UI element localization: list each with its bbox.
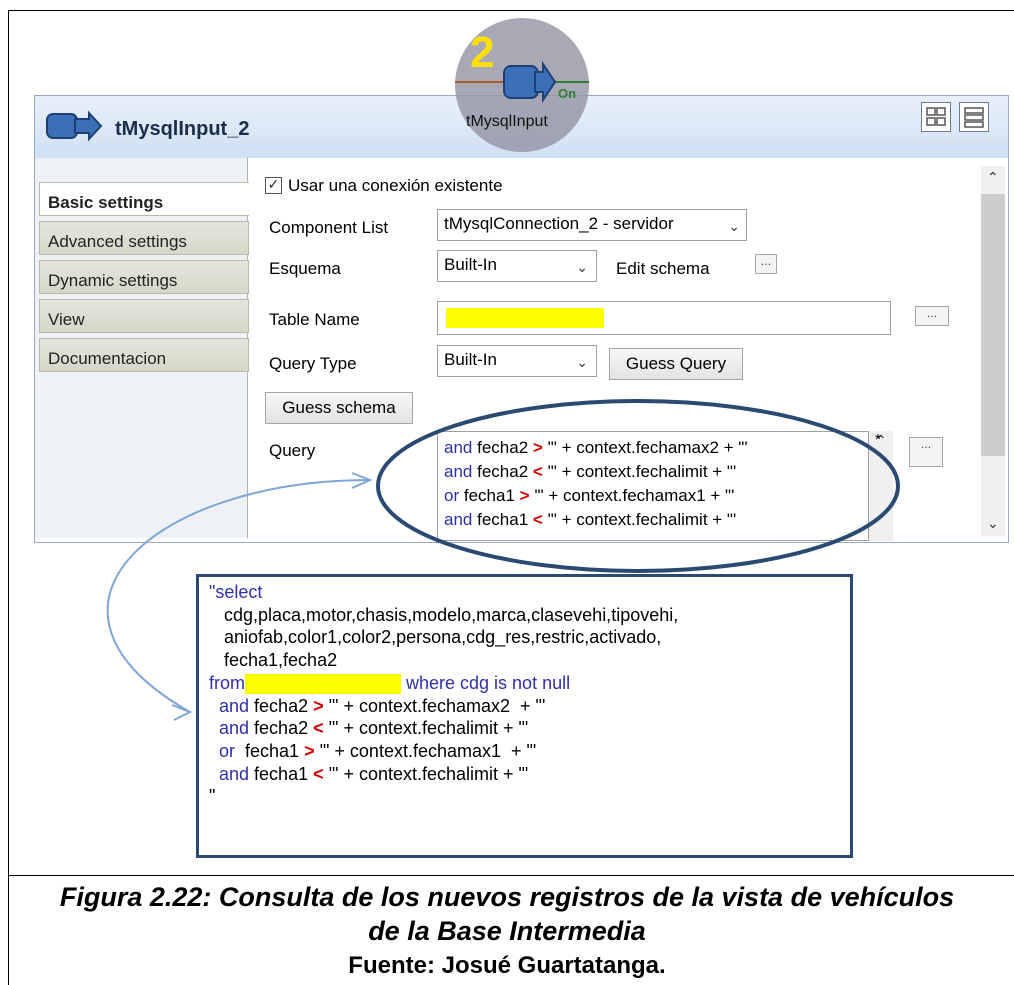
list-view-icon — [964, 107, 984, 128]
list-view-button[interactable] — [959, 102, 989, 132]
code-line: and fecha2 < '" + context.fechalimit + "… — [209, 718, 529, 739]
figure-caption: Figura 2.22: Consulta de los nuevos regi… — [59, 882, 955, 912]
chevron-up-icon: ⌃ — [987, 170, 999, 186]
tab-view[interactable]: View — [39, 299, 249, 333]
redacted-table-name — [245, 674, 401, 695]
frame-left-border — [8, 10, 9, 985]
chevron-down-icon: ⌄ — [576, 259, 588, 275]
code-line: and fecha2 > '" + context.fechamax2 + "' — [209, 695, 546, 716]
code-line: or fecha1 > '" + context.fechamax1 + "' — [209, 740, 537, 761]
table-name-input[interactable] — [437, 301, 891, 335]
query-label: Query — [269, 441, 316, 460]
table-name-label: Table Name — [269, 310, 360, 329]
component-number: 2 — [470, 28, 495, 77]
component-settings-panel: tMysqlInput_2 Basic settings Advanced se… — [34, 95, 1009, 543]
query-line: or fecha1 > '" + context.fechamax1 + "' — [444, 486, 735, 505]
edit-schema-label: Edit schema — [616, 259, 710, 278]
chevron-down-icon: ⌄ — [987, 516, 999, 532]
component-list-label: Component List — [269, 218, 389, 237]
query-line: and fecha2 > '" + context.fechamax2 + "' — [444, 438, 748, 457]
query-line: and fecha2 < '" + context.fechalimit + "… — [444, 462, 737, 481]
figure-caption-continued: de la Base Intermedia — [368, 916, 646, 946]
code-line: " — [209, 786, 216, 807]
code-line: "select — [209, 582, 263, 602]
mysql-input-icon — [46, 110, 103, 142]
table-name-browse-button[interactable]: ... — [915, 306, 949, 326]
frame-top-border — [8, 10, 1014, 11]
code-line: fecha1,fecha2 — [209, 650, 338, 671]
code-line: aniofab,color1,color2,persona,cdg_res,re… — [209, 627, 662, 648]
redacted-table-name — [446, 308, 604, 328]
settings-tabs: Basic settings Advanced settings Dynamic… — [35, 158, 249, 538]
code-line: cdg,placa,motor,chasis,modelo,marca,clas… — [209, 604, 679, 625]
query-textarea[interactable]: and fecha2 > '" + context.fechamax2 + "'… — [437, 431, 869, 541]
tab-dynamic-settings[interactable]: Dynamic settings — [39, 260, 249, 294]
guess-schema-button[interactable]: Guess schema — [265, 392, 413, 424]
grid-view-button[interactable] — [921, 102, 951, 132]
tab-advanced-settings[interactable]: Advanced settings — [39, 221, 249, 255]
query-edit-button[interactable]: ... — [909, 437, 943, 467]
component-list-select[interactable]: tMysqlConnection_2 - servidor ⌄ — [437, 209, 747, 241]
use-existing-connection-label: Usar una conexión existente — [288, 176, 503, 195]
figure-source: Fuente: Josué Guartatanga. — [348, 952, 666, 979]
chevron-down-icon: ⌄ — [576, 354, 588, 370]
query-type-select[interactable]: Built-In ⌄ — [437, 345, 597, 377]
full-query-code: "select cdg,placa,motor,chasis,modelo,ma… — [196, 574, 853, 858]
schema-value: Built-In — [444, 255, 497, 274]
edit-schema-button[interactable]: ... — [755, 254, 777, 274]
tab-basic-settings[interactable]: Basic settings — [39, 182, 249, 216]
panel-scroll-thumb[interactable] — [981, 194, 1005, 456]
query-type-value: Built-In — [444, 350, 497, 369]
schema-select[interactable]: Built-In ⌄ — [437, 250, 597, 282]
component-list-value: tMysqlConnection_2 - servidor — [444, 214, 674, 233]
code-line: and fecha1 < '" + context.fechalimit + "… — [209, 763, 529, 784]
on-connector-label: On — [558, 86, 577, 101]
guess-query-button[interactable]: Guess Query — [609, 348, 743, 380]
grid-view-icon — [926, 107, 946, 126]
query-line: and fecha1 < '" + context.fechalimit + "… — [444, 510, 737, 529]
query-scrollbar[interactable]: ⌃ — [869, 431, 893, 541]
frame-divider — [8, 875, 1014, 876]
component-node-label: tMysqlInput — [466, 113, 548, 130]
use-existing-connection-checkbox[interactable]: ✓ — [265, 177, 282, 194]
modified-marker: * — [875, 431, 881, 448]
component-title: tMysqlInput_2 — [115, 118, 250, 140]
query-type-label: Query Type — [269, 354, 357, 373]
code-line: from where cdg is not null — [209, 672, 571, 695]
tab-documentacion[interactable]: Documentacion — [39, 338, 249, 372]
schema-label: Esquema — [269, 259, 341, 278]
chevron-down-icon: ⌄ — [728, 218, 740, 234]
